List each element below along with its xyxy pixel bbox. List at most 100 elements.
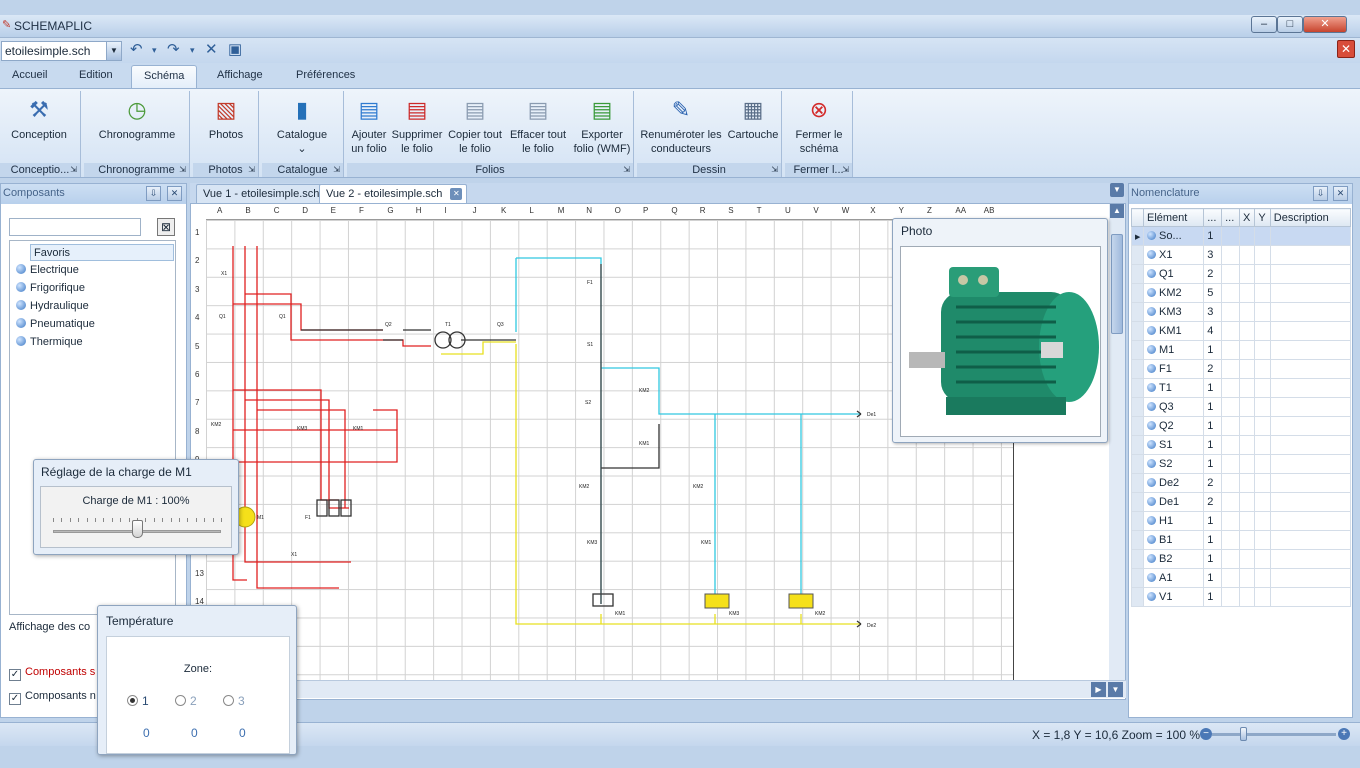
table-row[interactable]: B2 1 (1131, 549, 1352, 569)
cell-extra[interactable] (1221, 416, 1240, 436)
tab-schema[interactable]: Schéma (131, 65, 198, 88)
cell-y[interactable] (1254, 359, 1271, 379)
close-document-button[interactable]: ✕ (1337, 40, 1355, 58)
row-selector[interactable] (1131, 397, 1144, 417)
cell-y[interactable] (1254, 416, 1271, 436)
cell-qty[interactable]: 1 (1203, 416, 1223, 436)
tab-edition[interactable]: Edition (77, 69, 115, 81)
row-selector[interactable]: ▶ (1131, 226, 1144, 246)
cell-description[interactable] (1269, 473, 1352, 493)
tools-icon[interactable]: ✕ (205, 40, 218, 58)
file-selector[interactable]: etoilesimple.sch ▼ (1, 41, 122, 61)
cell-element[interactable]: S2 (1142, 454, 1205, 474)
checkbox-icon[interactable]: ✓ (9, 693, 21, 705)
row-selector[interactable] (1131, 549, 1144, 569)
cell-extra[interactable] (1221, 378, 1240, 398)
checkbox-icon[interactable]: ✓ (9, 669, 21, 681)
cell-element[interactable]: B2 (1142, 549, 1205, 569)
col-x[interactable]: X (1238, 208, 1256, 227)
table-row[interactable]: ▶ So... 1 (1131, 226, 1352, 246)
cell-extra[interactable] (1221, 321, 1240, 341)
cell-x[interactable] (1238, 321, 1256, 341)
row-selector[interactable] (1131, 245, 1144, 265)
row-selector[interactable] (1131, 473, 1144, 493)
cell-y[interactable] (1254, 321, 1271, 341)
pin-icon[interactable]: ⇩ (146, 186, 161, 201)
close-icon[interactable]: ✕ (1333, 186, 1348, 201)
cell-y[interactable] (1254, 435, 1271, 455)
cell-description[interactable] (1269, 511, 1352, 531)
chevron-down-icon[interactable]: ▼ (106, 42, 121, 60)
cell-y[interactable] (1254, 397, 1271, 417)
add-folio-button[interactable]: ▤ Ajouter un folio (347, 95, 391, 156)
chevron-down-icon[interactable]: ▾ (152, 45, 157, 56)
cell-qty[interactable]: 1 (1203, 568, 1223, 588)
renumber-conductors-button[interactable]: ✎ Renuméroter les conducteurs (637, 95, 725, 156)
cell-x[interactable] (1238, 492, 1256, 512)
close-tab-icon[interactable]: ✕ (450, 188, 463, 200)
dialog-launcher-icon[interactable]: ⇲ (623, 163, 630, 177)
cartouche-button[interactable]: ▦ Cartouche (725, 95, 781, 142)
zoom-in-icon[interactable]: + (1338, 728, 1350, 740)
table-row[interactable]: S2 1 (1131, 454, 1352, 474)
col-extra[interactable]: ... (1221, 208, 1240, 227)
table-row[interactable]: F1 2 (1131, 359, 1352, 379)
cell-description[interactable] (1269, 587, 1352, 607)
cell-y[interactable] (1254, 473, 1271, 493)
cell-element[interactable]: H1 (1142, 511, 1205, 531)
table-row[interactable]: X1 3 (1131, 245, 1352, 265)
row-selector[interactable] (1131, 511, 1144, 531)
cell-x[interactable] (1238, 340, 1256, 360)
table-row[interactable]: V1 1 (1131, 587, 1352, 607)
tab-affichage[interactable]: Affichage (215, 69, 265, 81)
scroll-thumb[interactable] (1111, 234, 1123, 334)
row-selector[interactable] (1131, 454, 1144, 474)
cell-qty[interactable]: 1 (1203, 378, 1223, 398)
vertical-scrollbar[interactable]: ▲ (1109, 204, 1125, 684)
close-window-button[interactable]: ✕ (1303, 16, 1347, 33)
dialog-launcher-icon[interactable]: ⇲ (842, 163, 849, 177)
cell-description[interactable] (1269, 302, 1352, 322)
cell-element[interactable]: B1 (1142, 530, 1205, 550)
catalogue-button[interactable]: ▮ Catalogue ⌄ (272, 95, 332, 156)
cell-description[interactable] (1269, 397, 1352, 417)
cell-element[interactable]: Q3 (1142, 397, 1205, 417)
row-selector[interactable] (1131, 302, 1144, 322)
cell-extra[interactable] (1221, 435, 1240, 455)
cell-description[interactable] (1269, 226, 1352, 246)
zone-radio-3[interactable]: 3 (223, 694, 245, 708)
delete-folio-button[interactable]: ▤ Supprimer le folio (391, 95, 443, 156)
tab-accueil[interactable]: Accueil (10, 69, 49, 81)
cell-qty[interactable]: 1 (1203, 587, 1223, 607)
cell-qty[interactable]: 4 (1203, 321, 1223, 341)
cell-description[interactable] (1269, 321, 1352, 341)
cell-x[interactable] (1238, 283, 1256, 303)
cell-y[interactable] (1254, 530, 1271, 550)
zoom-out-icon[interactable]: − (1200, 728, 1212, 740)
table-row[interactable]: T1 1 (1131, 378, 1352, 398)
cell-x[interactable] (1238, 416, 1256, 436)
table-row[interactable]: A1 1 (1131, 568, 1352, 588)
tab-vue-2[interactable]: Vue 2 - etoilesimple.sch ✕ (319, 184, 468, 203)
cell-element[interactable]: Q2 (1142, 416, 1205, 436)
table-row[interactable]: S1 1 (1131, 435, 1352, 455)
tree-item-frigorifique[interactable]: Frigorifique (16, 280, 85, 297)
cell-element[interactable]: S1 (1142, 435, 1205, 455)
cell-y[interactable] (1254, 302, 1271, 322)
table-row[interactable]: Q1 2 (1131, 264, 1352, 284)
cell-description[interactable] (1269, 245, 1352, 265)
cell-element[interactable]: A1 (1142, 568, 1205, 588)
cell-element[interactable]: KM3 (1142, 302, 1205, 322)
cell-y[interactable] (1254, 226, 1271, 246)
scroll-up-icon[interactable]: ▲ (1110, 204, 1124, 218)
tab-preferences[interactable]: Préférences (294, 69, 357, 81)
cell-y[interactable] (1254, 283, 1271, 303)
coil-km3[interactable] (704, 593, 730, 609)
col-y[interactable]: Y (1254, 208, 1271, 227)
tree-item-electrique[interactable]: Electrique (16, 262, 79, 279)
radio-icon[interactable] (127, 695, 138, 706)
cell-element[interactable]: KM2 (1142, 283, 1205, 303)
radio-icon[interactable] (223, 695, 234, 706)
cell-element[interactable]: T1 (1142, 378, 1205, 398)
dialog-launcher-icon[interactable]: ⇲ (333, 163, 340, 177)
